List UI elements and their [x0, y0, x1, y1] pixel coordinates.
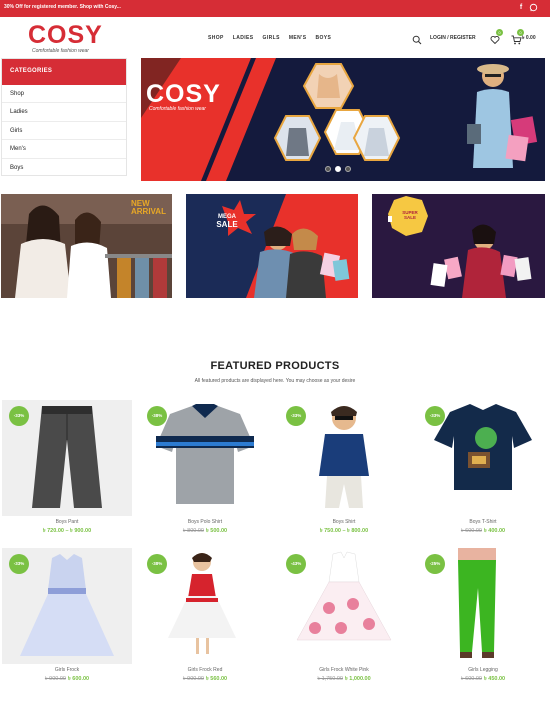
featured-title: FEATURED PRODUCTS	[210, 360, 340, 372]
sale-badge: -33%	[425, 406, 445, 426]
site-header: COSY Comfortable fashion wear SHOP LADIE…	[0, 17, 550, 58]
product-image[interactable]: -33%	[279, 400, 409, 516]
sale-badge: -25%	[425, 554, 445, 574]
product-image[interactable]: -33%	[2, 400, 132, 516]
product-image[interactable]: -25%	[418, 548, 548, 664]
product-price: ৳ 600.00 ৳ 400.00	[418, 528, 548, 536]
product-price: ৳ 900.00 ৳ 600.00	[2, 676, 132, 684]
product-price: ৳ 720.00 – ৳ 900.00	[2, 528, 132, 536]
wishlist-icon[interactable]: 0	[490, 29, 503, 50]
sale-badge: -33%	[9, 406, 29, 426]
hero-logo-text: COSY	[146, 80, 221, 108]
product-image[interactable]: -38%	[140, 400, 270, 516]
mega-sale-badge: MEGA SALE	[210, 214, 244, 229]
nav-item-mens[interactable]: MEN'S	[289, 35, 307, 41]
category-item-mens[interactable]: Men's	[2, 140, 126, 159]
product-image[interactable]: -38%	[140, 548, 270, 664]
slider-dot[interactable]	[345, 166, 351, 172]
super-sale-badge: SUPER SALE	[402, 210, 418, 220]
new-arrival-badge: NEW ARRIVAL	[131, 199, 166, 216]
category-item-shop[interactable]: Shop	[2, 85, 126, 104]
sale-badge: -38%	[147, 554, 167, 574]
price-old: ৳ 1,750.00	[317, 676, 343, 682]
logo-tagline: Comfortable fashion wear	[32, 48, 89, 54]
cart-icon[interactable]: 0	[511, 29, 524, 50]
login-register-link[interactable]: LOGIN / REGISTER	[430, 35, 476, 41]
price-old: ৳ 600.00	[460, 676, 482, 682]
product-name[interactable]: Girls Frock	[2, 667, 132, 673]
category-item-boys[interactable]: Boys	[2, 159, 126, 177]
price-current: ৳ 720.00 – ৳ 900.00	[42, 528, 92, 534]
product-image[interactable]: -33%	[2, 548, 132, 664]
product-name[interactable]: Girls Legging	[418, 667, 548, 673]
wishlist-count-badge: 0	[496, 29, 503, 36]
cart-total[interactable]: ৳ 0.00	[522, 35, 536, 43]
hero-tagline: Comfortable fashion wear	[149, 106, 206, 112]
slider-pagination	[325, 166, 351, 172]
hero-slider[interactable]: COSY Comfortable fashion wear	[141, 58, 545, 181]
product-price: ৳ 900.00 ৳ 560.00	[140, 676, 270, 684]
logo-wordmark: COSY	[28, 21, 103, 49]
nav-item-ladies[interactable]: LADIES	[233, 35, 254, 41]
nav-item-girls[interactable]: GIRLS	[263, 35, 280, 41]
nav-item-boys[interactable]: BOYS	[315, 35, 331, 41]
whatsapp-icon[interactable]	[528, 3, 538, 13]
price-current: ৳ 450.00	[484, 676, 506, 682]
product-name[interactable]: Boys Pant	[2, 519, 132, 525]
product-image[interactable]: -43%	[279, 548, 409, 664]
product-name[interactable]: Boys Shirt	[279, 519, 409, 525]
categories-title: CATEGORIES	[2, 59, 126, 85]
slider-dot[interactable]	[325, 166, 331, 172]
price-current: ৳ 500.00	[206, 528, 228, 534]
product-name[interactable]: Girls Frock Red	[140, 667, 270, 673]
product-price: ৳ 800.00 ৳ 500.00	[140, 528, 270, 536]
product-price: ৳ 1,750.00 ৳ 1,000.00	[279, 676, 409, 684]
facebook-icon[interactable]: f	[516, 3, 526, 13]
category-item-ladies[interactable]: Ladies	[2, 103, 126, 122]
price-old: ৳ 600.00	[460, 528, 482, 534]
categories-menu: CATEGORIES Shop Ladies Girls Men's Boys	[1, 58, 127, 176]
nav-item-shop[interactable]: SHOP	[208, 35, 224, 41]
price-current: ৳ 560.00	[206, 676, 228, 682]
sale-badge: -33%	[286, 406, 306, 426]
mega-sale-line2: SALE	[216, 220, 238, 229]
price-old: ৳ 800.00	[182, 528, 204, 534]
sale-badge: -33%	[9, 554, 29, 574]
product-name[interactable]: Girls Frock White Pink	[279, 667, 409, 673]
search-icon[interactable]	[412, 32, 422, 50]
featured-subtitle: All featured products are displayed here…	[194, 378, 356, 384]
main-nav: SHOP LADIES GIRLS MEN'S BOYS	[208, 35, 331, 41]
price-current: ৳ 600.00	[68, 676, 90, 682]
category-item-girls[interactable]: Girls	[2, 122, 126, 141]
hero-artwork	[141, 58, 538, 181]
product-price: ৳ 600.00 ৳ 450.00	[418, 676, 548, 684]
promo-text: 30% Off for registered member. Shop with…	[4, 4, 121, 10]
mega-sale-artwork	[186, 194, 358, 298]
site-logo[interactable]: COSY Comfortable fashion wear	[28, 22, 102, 54]
promo-banner-mega-sale[interactable]: MEGA SALE	[186, 194, 358, 298]
promo-banner-new-arrival[interactable]: NEW ARRIVAL	[1, 194, 172, 298]
top-promo-bar: 30% Off for registered member. Shop with…	[0, 0, 550, 17]
price-old: ৳ 900.00	[44, 676, 66, 682]
price-current: ৳ 750.00 – ৳ 800.00	[319, 528, 369, 534]
product-name[interactable]: Boys Polo Shirt	[140, 519, 270, 525]
product-name[interactable]: Boys T-Shirt	[418, 519, 548, 525]
sale-badge: -43%	[286, 554, 306, 574]
price-old: ৳ 900.00	[182, 676, 204, 682]
product-price: ৳ 750.00 – ৳ 800.00	[279, 528, 409, 536]
price-current: ৳ 1,000.00	[345, 676, 371, 682]
slider-dot-active[interactable]	[335, 166, 341, 172]
sale-badge: -38%	[147, 406, 167, 426]
promo-banner-super-sale[interactable]: SUPER SALE	[372, 194, 545, 298]
product-image[interactable]: -33%	[418, 400, 548, 516]
price-current: ৳ 400.00	[484, 528, 506, 534]
